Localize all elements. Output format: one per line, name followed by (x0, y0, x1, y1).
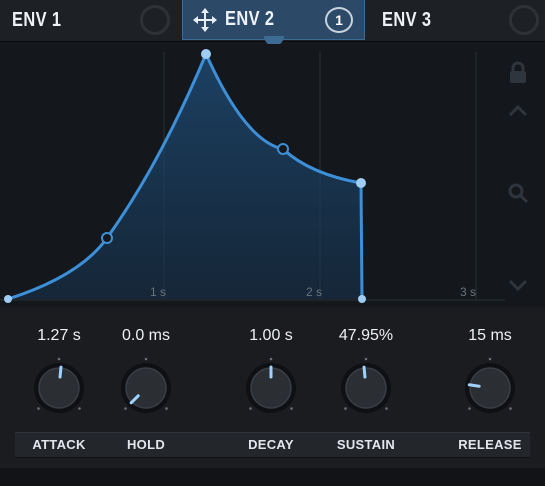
knob-tick-dot (144, 357, 148, 361)
envelope-tab-bar: ENV 1 ENV 2 1 ENV 3 (0, 0, 545, 46)
time-label-3s: 3 s (460, 285, 477, 299)
decay-knob[interactable] (240, 357, 302, 419)
sustain-value[interactable]: 47.95% (321, 327, 411, 345)
knob-tick-dot (165, 407, 168, 410)
release-knob[interactable] (459, 357, 521, 419)
envelope-canvas[interactable] (0, 44, 545, 306)
time-label-1s: 1 s (150, 285, 167, 299)
knob-tick-dot (249, 407, 252, 410)
knob-tick-dot (78, 407, 81, 410)
hold-value[interactable]: 0.0 ms (101, 327, 191, 345)
knob-tick-dot (364, 357, 368, 361)
release-label: RELEASE (458, 437, 522, 452)
knob-tick-dot (385, 407, 388, 410)
chevron-down-icon[interactable] (505, 272, 531, 298)
hold-label: HOLD (126, 437, 166, 452)
modulation-ring-icon (140, 5, 170, 35)
decay-value[interactable]: 1.00 s (226, 327, 316, 345)
tab-env-3[interactable]: ENV 3 (367, 0, 545, 40)
start-point-handle[interactable] (4, 295, 12, 303)
knob-pointer (467, 383, 481, 388)
lock-icon[interactable] (505, 60, 531, 86)
sustain-knob[interactable] (335, 357, 397, 419)
modulation-ring-icon (509, 5, 539, 35)
tab-env-3-label: ENV 3 (382, 8, 432, 31)
knob-body[interactable] (469, 367, 511, 409)
knob-tick-dot (488, 357, 492, 361)
knob-pointer (362, 365, 367, 379)
sustain-label: SUSTAIN (336, 437, 396, 452)
attack-label: ATTACK (32, 437, 86, 452)
knob-pointer (58, 365, 63, 379)
peak-point-handle[interactable] (201, 49, 211, 59)
attack-knob[interactable] (28, 357, 90, 419)
knob-tick-dot (290, 407, 293, 410)
attack-value[interactable]: 1.27 s (14, 327, 104, 345)
hold-knob[interactable] (115, 357, 177, 419)
graph-side-toolbar (505, 44, 545, 306)
chevron-up-icon[interactable] (505, 98, 531, 124)
knob-tick-dot (344, 407, 347, 410)
tab-env-1[interactable]: ENV 1 (0, 0, 180, 40)
decay-curve-handle[interactable] (277, 143, 289, 155)
release-value[interactable]: 15 ms (445, 327, 535, 345)
release-end-handle[interactable] (358, 295, 366, 303)
envelope-fill (8, 54, 362, 299)
modulation-count-badge[interactable]: 1 (325, 7, 353, 33)
knob-tick-dot (37, 407, 40, 410)
knob-tick-dot (468, 407, 471, 410)
zoom-icon[interactable] (505, 180, 531, 206)
knob-tick-dot (509, 407, 512, 410)
move-icon[interactable] (192, 7, 218, 33)
bottom-band (0, 468, 545, 486)
attack-curve-handle[interactable] (101, 232, 113, 244)
tab-env-1-label: ENV 1 (12, 8, 62, 31)
tab-env-2[interactable]: ENV 2 1 (182, 0, 365, 40)
time-label-2s: 2 s (306, 285, 323, 299)
knob-tick-dot (124, 407, 127, 410)
knob-tick-dot (57, 357, 61, 361)
sustain-point-handle[interactable] (356, 178, 366, 188)
decay-label: DECAY (248, 437, 294, 452)
tab-env-2-label: ENV 2 (225, 8, 275, 30)
knob-tick-dot (269, 357, 273, 361)
envelope-graph[interactable]: 1 s 2 s 3 s (0, 44, 545, 306)
envelope-controls: 1.27 s ATTACK 0.0 ms HOLD 1.00 s DECAY 4… (0, 308, 545, 486)
